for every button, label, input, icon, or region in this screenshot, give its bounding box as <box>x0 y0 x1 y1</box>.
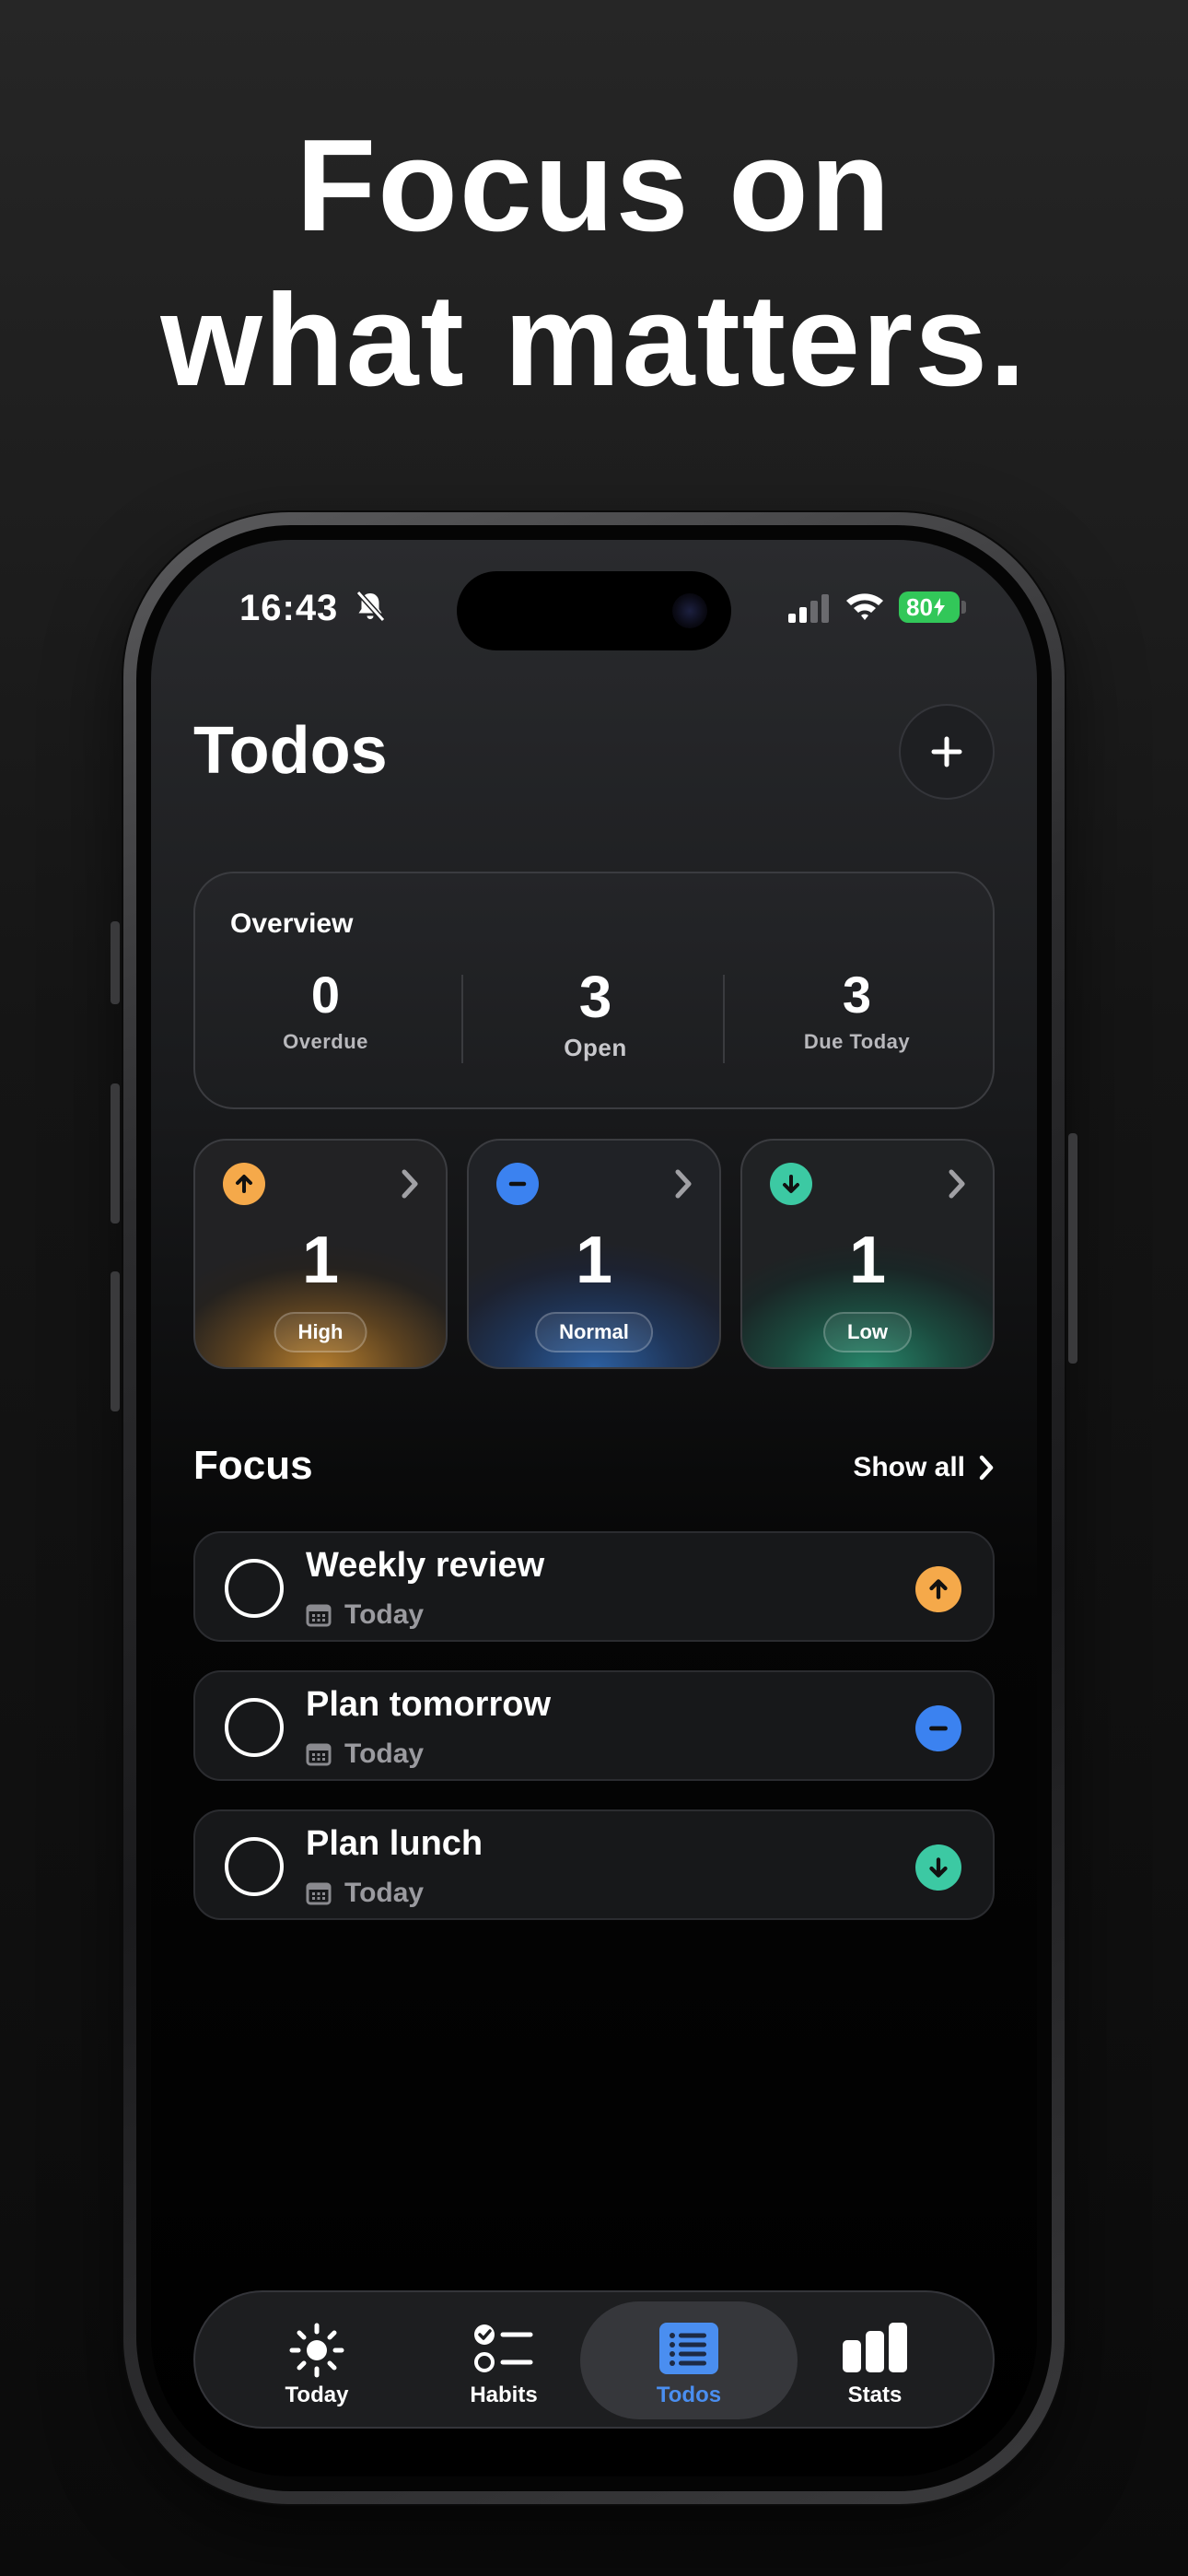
headline-line-2: what matters. <box>160 267 1028 414</box>
overview-stat-open: 3 Open <box>465 966 726 1062</box>
todo-item[interactable]: Plan lunch Today <box>193 1809 995 1920</box>
overview-stat-due-today: 3 Due Today <box>727 966 987 1054</box>
overview-title: Overview <box>230 908 354 939</box>
open-label: Open <box>564 1034 627 1061</box>
todo-checkbox[interactable] <box>225 1698 284 1757</box>
arrow-down-icon <box>770 1163 812 1205</box>
bar-chart-icon <box>843 2323 907 2372</box>
priority-card-low[interactable]: 1 Low <box>740 1139 995 1369</box>
sun-icon <box>289 2323 344 2378</box>
due-today-label: Due Today <box>803 1030 911 1053</box>
todo-meta: Today <box>306 1878 424 1909</box>
battery-tip <box>961 601 966 614</box>
headline-line-1: Focus on <box>296 112 892 259</box>
charging-bolt-icon <box>933 598 945 616</box>
priority-label: Normal <box>535 1312 653 1352</box>
cellular-signal-icon <box>788 594 829 623</box>
todo-item[interactable]: Plan tomorrow Today <box>193 1670 995 1781</box>
divider <box>461 975 463 1063</box>
priority-card-normal[interactable]: 1 Normal <box>467 1139 721 1369</box>
chevron-right-icon <box>675 1169 692 1199</box>
battery-indicator: 80 <box>899 591 960 623</box>
arrow-up-icon <box>223 1163 265 1205</box>
battery-level: 80 <box>906 592 933 621</box>
chevron-right-icon <box>949 1169 965 1199</box>
overview-stat-overdue: 0 Overdue <box>195 966 456 1054</box>
page-title: Todos <box>193 714 388 788</box>
todo-meta: Today <box>306 1739 424 1770</box>
tab-todos[interactable]: Todos <box>580 2301 798 2419</box>
add-todo-button[interactable] <box>899 704 995 800</box>
arrow-down-icon <box>915 1844 961 1891</box>
tab-label: Todos <box>656 2383 722 2407</box>
bell-slash-icon <box>355 590 386 623</box>
todo-item[interactable]: Weekly review Today <box>193 1531 995 1642</box>
app-screen: 16:43 80 Todos Overview 0 Overdue 3 Open… <box>151 540 1037 2476</box>
priority-label: High <box>274 1312 367 1352</box>
status-time: 16:43 <box>239 588 339 628</box>
volume-down-button <box>111 1271 120 1411</box>
chevron-right-icon <box>402 1169 418 1199</box>
todo-title: Weekly review <box>306 1546 545 1585</box>
camera-icon <box>672 593 707 628</box>
priority-count: 1 <box>848 1224 887 1297</box>
todo-meta: Today <box>306 1599 424 1631</box>
todo-due-date: Today <box>344 1739 425 1769</box>
dynamic-island <box>457 571 731 650</box>
priority-label: Low <box>823 1312 912 1352</box>
todo-due-date: Today <box>344 1878 425 1908</box>
minus-icon <box>915 1705 961 1751</box>
todo-title: Plan tomorrow <box>306 1685 552 1724</box>
volume-up-button <box>111 1083 120 1224</box>
show-all-label: Show all <box>853 1452 965 1482</box>
focus-section-title: Focus <box>193 1443 313 1488</box>
tab-label: Stats <box>847 2383 903 2407</box>
open-count: 3 <box>578 964 612 1030</box>
minus-icon <box>496 1163 539 1205</box>
chevron-right-icon <box>979 1455 994 1481</box>
calendar-icon <box>306 1743 332 1766</box>
power-button <box>1068 1133 1077 1364</box>
calendar-icon <box>306 1882 332 1905</box>
calendar-icon <box>306 1604 332 1627</box>
overdue-count: 0 <box>310 966 341 1024</box>
tab-bar: Today Habits Todos Stats <box>193 2290 995 2429</box>
arrow-up-icon <box>915 1566 961 1612</box>
action-button <box>111 921 120 1004</box>
show-all-link[interactable]: Show all <box>853 1452 995 1483</box>
plus-icon <box>931 736 962 767</box>
todo-checkbox[interactable] <box>225 1559 284 1618</box>
overdue-label: Overdue <box>283 1030 368 1053</box>
marketing-headline: Focus on what matters. <box>0 109 1188 418</box>
priority-count: 1 <box>575 1224 613 1297</box>
divider <box>723 975 725 1063</box>
priority-count: 1 <box>301 1224 340 1297</box>
list-icon <box>659 2323 718 2374</box>
todo-title: Plan lunch <box>306 1824 483 1863</box>
tab-stats[interactable]: Stats <box>766 2301 984 2419</box>
priority-card-high[interactable]: 1 High <box>193 1139 448 1369</box>
checklist-icon <box>474 2324 533 2372</box>
tab-label: Today <box>285 2383 349 2407</box>
todo-due-date: Today <box>344 1599 425 1630</box>
wifi-icon <box>846 593 883 620</box>
todo-checkbox[interactable] <box>225 1837 284 1896</box>
tab-today[interactable]: Today <box>208 2301 425 2419</box>
overview-card: Overview 0 Overdue 3 Open 3 Due Today <box>193 872 995 1109</box>
due-today-count: 3 <box>842 966 872 1024</box>
